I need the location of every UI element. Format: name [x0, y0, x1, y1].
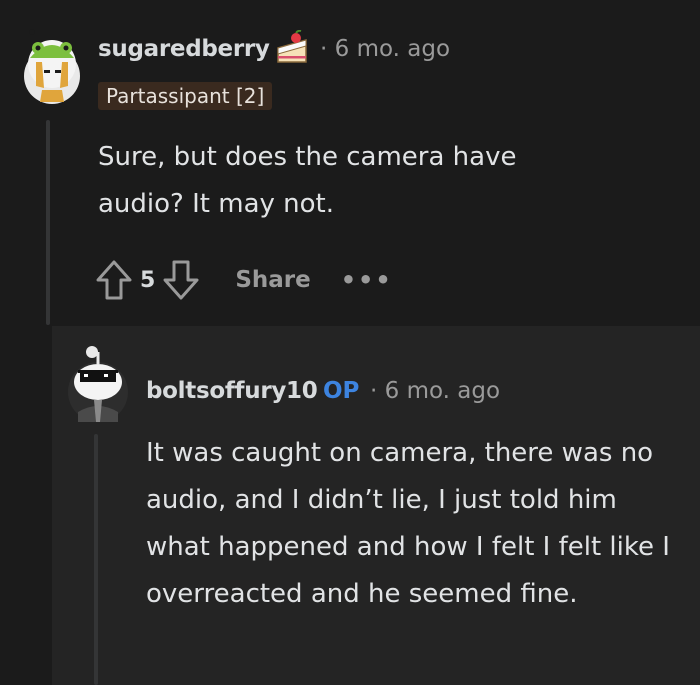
- comment-username[interactable]: sugaredberry: [98, 36, 270, 62]
- downvote-arrow-icon[interactable]: [161, 258, 201, 302]
- upvote-arrow-icon[interactable]: [94, 258, 134, 302]
- comment-body: Sure, but does the camera have audio? It…: [98, 142, 517, 219]
- reply-avatar[interactable]: [64, 346, 132, 422]
- more-options-button[interactable]: •••: [341, 266, 393, 294]
- share-button[interactable]: Share: [235, 267, 310, 293]
- user-flair: Partassipant [2]: [98, 82, 273, 110]
- comment-age[interactable]: · 6 mo. ago: [320, 36, 450, 62]
- user-avatar[interactable]: [20, 28, 84, 104]
- reply-thread-line[interactable]: [94, 434, 98, 685]
- cake-slice-icon: [272, 29, 312, 70]
- reply-age-text: 6 mo. ago: [384, 378, 501, 404]
- reply-username[interactable]: boltsoffury10: [146, 378, 318, 404]
- thread-line[interactable]: [46, 120, 50, 325]
- vote-count: 5: [140, 267, 156, 293]
- comment-actions: 5 Share •••: [94, 256, 393, 304]
- op-badge: OP: [323, 378, 360, 404]
- reply-age[interactable]: · 6 mo. ago: [370, 378, 500, 404]
- reply-body: It was caught on camera, there was no au…: [146, 438, 670, 609]
- comment-age-text: 6 mo. ago: [334, 36, 451, 62]
